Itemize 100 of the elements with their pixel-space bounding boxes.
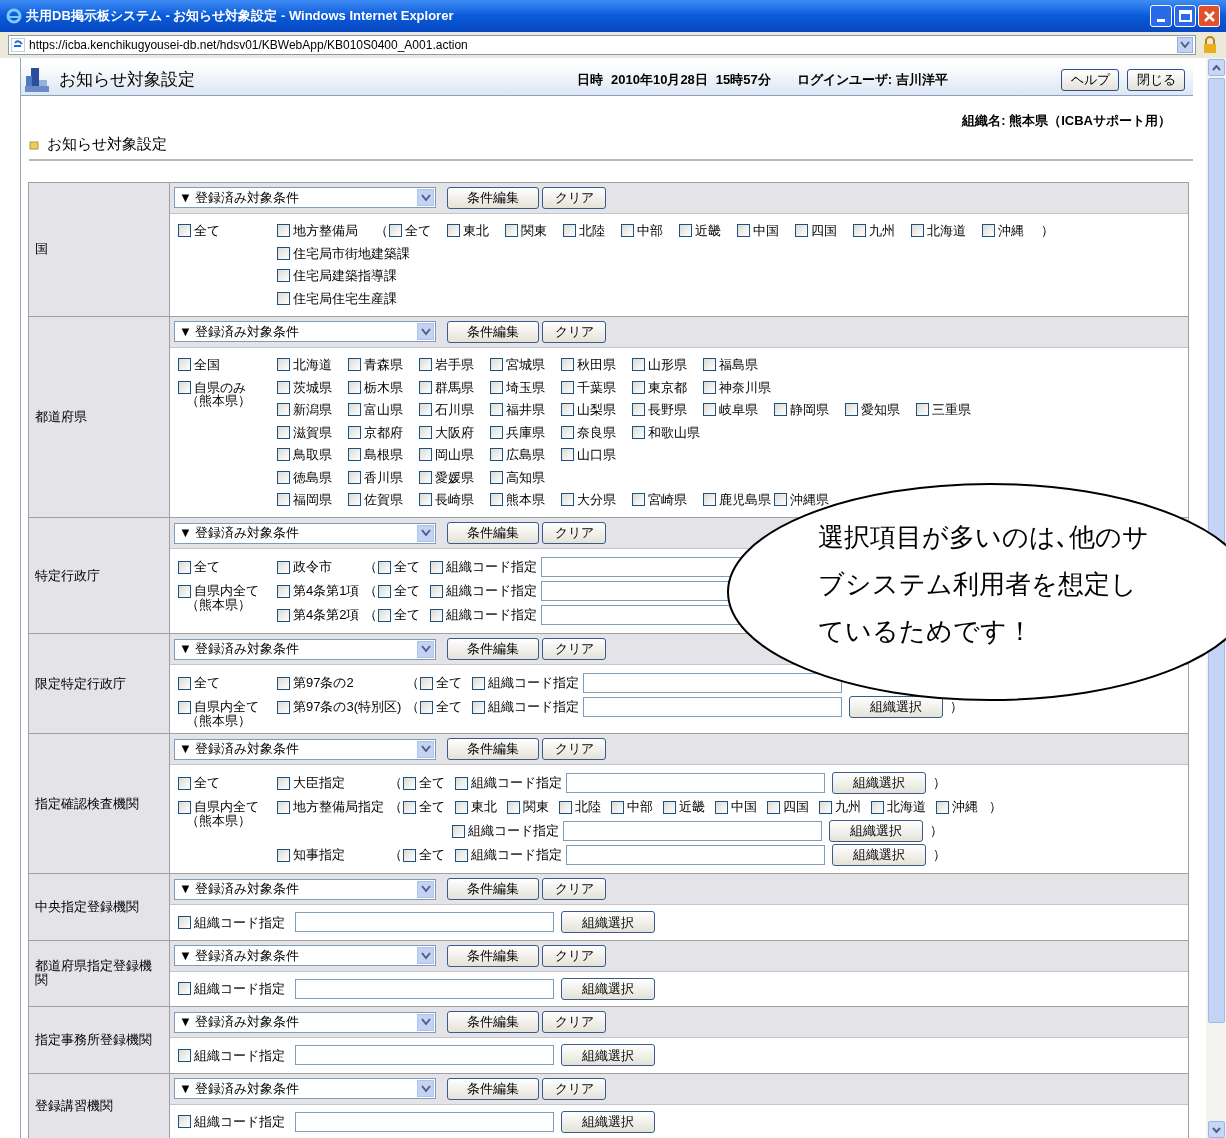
input-field[interactable] (583, 673, 843, 693)
checkbox[interactable] (178, 700, 191, 714)
checkbox-label[interactable]: 中部 (627, 797, 653, 817)
checkbox[interactable] (679, 224, 692, 238)
checkbox-label[interactable]: 宮崎県 (648, 490, 687, 510)
checkbox-label[interactable]: 三重県 (932, 400, 971, 420)
checkbox[interactable] (490, 380, 503, 394)
checkbox[interactable] (490, 470, 503, 484)
checkbox[interactable] (982, 224, 995, 238)
checkbox-label[interactable]: 大分県 (577, 490, 616, 510)
checkbox[interactable] (348, 425, 361, 439)
checkbox[interactable] (378, 608, 392, 622)
checkbox[interactable] (472, 676, 486, 690)
checkbox[interactable] (277, 246, 290, 260)
checkbox-label[interactable]: 新潟県 (293, 400, 332, 420)
checkbox[interactable] (911, 224, 924, 238)
checkbox[interactable] (703, 403, 716, 417)
checkbox[interactable] (916, 403, 929, 417)
scrollbar[interactable] (1206, 58, 1226, 1138)
checkbox[interactable] (632, 358, 645, 372)
checkbox-label[interactable]: 第97条の2 (293, 673, 354, 693)
condition-select[interactable]: ▼ 登録済み対象条件 (174, 187, 436, 208)
checkbox-label[interactable]: 中部 (637, 221, 663, 241)
checkbox-label[interactable]: 山口県 (577, 445, 616, 465)
input-field[interactable] (295, 912, 554, 933)
checkbox[interactable] (419, 358, 432, 372)
checkbox[interactable] (277, 224, 290, 238)
checkbox[interactable] (621, 224, 634, 238)
checkbox-label[interactable]: 徳島県 (293, 467, 332, 487)
checkbox-label[interactable]: 兵庫県 (506, 422, 545, 442)
checkbox-label[interactable]: 埼玉県 (506, 377, 545, 397)
checkbox[interactable] (871, 800, 884, 814)
address-field[interactable]: https://icba.kenchikugyousei-db.net/hdsv01/KBWebApp/KB010S0400_A001.action (8, 35, 1196, 55)
checkbox[interactable] (277, 800, 290, 814)
checkbox[interactable] (178, 380, 191, 394)
checkbox-label[interactable]: 島根県 (364, 445, 403, 465)
checkbox-label[interactable]: 組織コード指定 (194, 979, 285, 999)
checkbox-label[interactable]: 和歌山県 (648, 422, 700, 442)
checkbox-label[interactable]: 鹿児島県 (719, 490, 771, 510)
checkbox[interactable] (490, 493, 503, 507)
checkbox-label[interactable]: 中国 (753, 221, 779, 241)
checkbox-label[interactable]: 組織コード指定 (471, 773, 562, 793)
checkbox[interactable] (277, 608, 290, 622)
checkbox-label[interactable]: 奈良県 (577, 422, 616, 442)
checkbox-label[interactable]: 第97条の3(特別区) (293, 697, 402, 717)
checkbox-label[interactable]: 組織コード指定 (194, 1045, 285, 1065)
dropdown-button[interactable] (1177, 37, 1193, 53)
clear-button[interactable]: クリア (542, 638, 606, 660)
checkbox[interactable] (419, 380, 432, 394)
checkbox-label[interactable]: 鳥取県 (293, 445, 332, 465)
input-field[interactable] (566, 845, 825, 865)
checkbox[interactable] (561, 380, 574, 394)
edit-conditions-button[interactable]: 条件編集 (447, 738, 539, 760)
checkbox[interactable] (419, 470, 432, 484)
checkbox[interactable] (403, 848, 416, 862)
checkbox[interactable] (277, 848, 290, 862)
checkbox[interactable] (178, 1048, 191, 1062)
checkbox[interactable] (561, 425, 574, 439)
checkbox-label[interactable]: 佐賀県 (364, 490, 403, 510)
checkbox[interactable] (490, 403, 503, 417)
checkbox[interactable] (430, 560, 444, 574)
checkbox[interactable] (178, 800, 191, 814)
checkbox-label[interactable]: 福岡県 (293, 490, 332, 510)
checkbox-label[interactable]: 全て (194, 673, 220, 693)
checkbox[interactable] (563, 224, 576, 238)
checkbox[interactable] (795, 224, 808, 238)
checkbox-label[interactable]: 福井県 (506, 400, 545, 420)
checkbox[interactable] (632, 380, 645, 394)
checkbox-label[interactable]: 沖縄 (952, 797, 978, 817)
checkbox[interactable] (348, 493, 361, 507)
checkbox-label[interactable]: 第4条第1項 (293, 581, 360, 601)
input-field[interactable] (583, 697, 843, 717)
scroll-up-button[interactable] (1207, 59, 1225, 76)
checkbox-label[interactable]: 山形県 (648, 355, 687, 375)
checkbox[interactable] (419, 448, 432, 462)
checkbox[interactable] (455, 848, 468, 862)
checkbox-label[interactable]: 岐阜県 (719, 400, 758, 420)
condition-select[interactable]: ▼ 登録済み対象条件 (174, 945, 436, 966)
input-field[interactable] (566, 773, 825, 793)
close-button[interactable] (1198, 5, 1220, 27)
checkbox-label[interactable]: 石川県 (435, 400, 474, 420)
checkbox[interactable] (507, 800, 520, 814)
checkbox[interactable] (632, 425, 645, 439)
checkbox-label[interactable]: 北海道 (927, 221, 966, 241)
select-org-button[interactable]: 組織選択 (561, 1110, 655, 1133)
checkbox[interactable] (348, 380, 361, 394)
select-org-button[interactable]: 組織選択 (832, 772, 926, 794)
select-org-button[interactable]: 組織選択 (832, 844, 926, 866)
clear-button[interactable]: クリア (542, 1011, 606, 1033)
checkbox[interactable] (178, 584, 191, 598)
checkbox-label[interactable]: 地方整備局 (293, 221, 358, 241)
edit-conditions-button[interactable]: 条件編集 (447, 522, 539, 544)
checkbox-label[interactable]: 長野県 (648, 400, 687, 420)
checkbox-label[interactable]: 北海道 (293, 355, 332, 375)
checkbox[interactable] (774, 493, 787, 507)
checkbox[interactable] (178, 358, 191, 372)
checkbox-label[interactable]: 組織コード指定 (488, 697, 580, 717)
checkbox-label[interactable]: 高知県 (506, 467, 545, 487)
checkbox[interactable] (348, 448, 361, 462)
checkbox[interactable] (774, 403, 787, 417)
